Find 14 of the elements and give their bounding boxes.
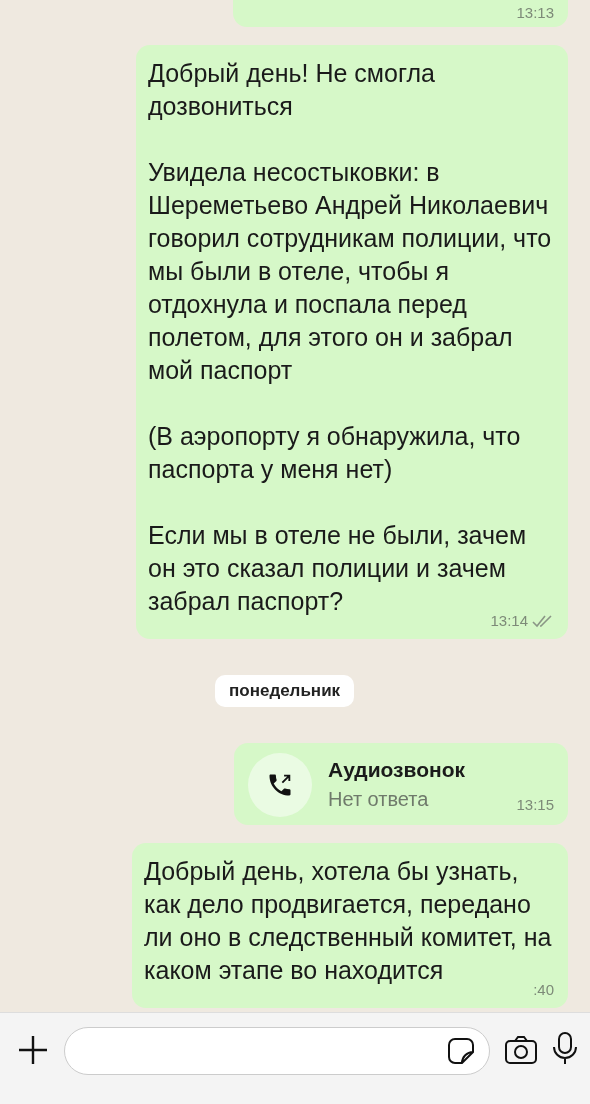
microphone-icon[interactable] [552,1031,578,1067]
sticker-icon[interactable] [447,1037,475,1065]
message-input[interactable] [64,1027,490,1075]
call-title: Аудиозвонок [328,757,467,782]
message-time: 13:13 [516,4,554,21]
message-text: (В аэропорту я обнаружила, что паспорта у меня нет) [148,421,522,485]
message-text: Увидела несостыковки: в Шереметьево Андрей Николаевич говорил сотрудникам полиции, что мы были в отеле, чтобы я отдохнула и поспала перед полетом, для этого он и забрал мой паспорт [148,157,553,386]
date-label: понедельник [215,675,355,707]
message-text: Добрый день! Не смогла дозвониться [148,58,436,122]
plus-icon[interactable] [16,1033,50,1067]
camera-icon[interactable] [504,1035,538,1065]
call-status: Нет ответа [328,787,429,811]
message-time: 13:15 [516,795,554,813]
call-bubble[interactable]: Аудиозвонок Нет ответа 13:15 [234,743,568,825]
